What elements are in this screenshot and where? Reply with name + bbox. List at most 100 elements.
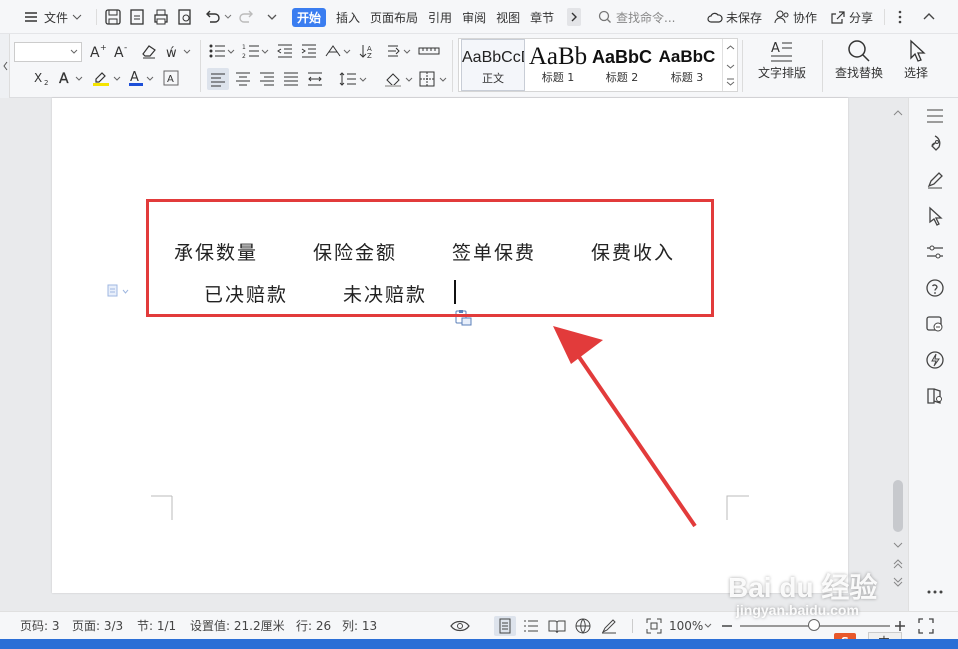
- status-column[interactable]: 列: 13: [342, 612, 377, 640]
- lightning-icon[interactable]: [925, 350, 945, 370]
- collapse-ribbon-icon[interactable]: [920, 8, 938, 26]
- status-section[interactable]: 节: 1/1: [137, 612, 176, 640]
- reading-view-icon[interactable]: [548, 618, 566, 634]
- status-page[interactable]: 页面: 3/3: [72, 612, 123, 640]
- page-view-icon: [499, 618, 511, 634]
- print-preview-icon[interactable]: [176, 8, 194, 26]
- tab-insert[interactable]: 插入: [336, 9, 360, 26]
- chinese-layout-icon[interactable]: [324, 42, 352, 60]
- bullet-list-icon[interactable]: [208, 42, 236, 60]
- decrease-font-icon[interactable]: A-: [114, 42, 132, 60]
- outline-view-icon[interactable]: [522, 618, 540, 634]
- show-marks-icon[interactable]: [384, 42, 412, 60]
- file-menu[interactable]: 文件: [24, 0, 82, 34]
- help-icon[interactable]: [925, 278, 945, 298]
- tab-references[interactable]: 引用: [428, 9, 452, 26]
- collaborate-button[interactable]: 协作: [774, 0, 817, 34]
- divider: [632, 619, 633, 633]
- style-heading-3[interactable]: AaBbC 标题 3: [655, 39, 719, 91]
- numbered-list-icon[interactable]: 12: [242, 42, 270, 60]
- fit-page-icon[interactable]: [646, 618, 662, 634]
- scroll-up-icon[interactable]: [892, 108, 904, 118]
- export-pdf-icon[interactable]: [128, 8, 146, 26]
- status-setting-value[interactable]: 设置值: 21.2厘米: [190, 612, 285, 640]
- zoom-slider-thumb[interactable]: [808, 619, 820, 631]
- scrollbar-thumb[interactable]: [893, 480, 903, 532]
- web-view-icon[interactable]: [574, 618, 592, 634]
- tab-view[interactable]: 视图: [496, 9, 520, 26]
- quick-access-dropdown-icon[interactable]: [266, 12, 278, 22]
- cursor-arrow-icon[interactable]: [925, 206, 945, 226]
- rocket-icon[interactable]: [925, 134, 945, 154]
- select-button[interactable]: 选择: [894, 38, 938, 94]
- style-gallery-scroller[interactable]: [722, 39, 737, 91]
- style-heading-2[interactable]: AaBbC 标题 2: [591, 39, 653, 91]
- subscript-icon[interactable]: X2: [34, 69, 52, 87]
- justify-icon[interactable]: [282, 70, 300, 88]
- image-convert-icon[interactable]: [925, 314, 945, 334]
- shading-icon[interactable]: [384, 70, 414, 88]
- text-effect-icon[interactable]: A: [58, 69, 86, 87]
- status-page-code[interactable]: 页码: 3: [20, 612, 60, 640]
- font-size-select[interactable]: [14, 42, 82, 62]
- text-layout-button[interactable]: A 文字排版: [748, 38, 816, 94]
- command-search[interactable]: 查找命令...: [598, 0, 675, 34]
- zoom-in-icon[interactable]: [894, 620, 906, 632]
- page-up-icon[interactable]: [892, 558, 904, 570]
- paragraph-handle-icon[interactable]: [106, 283, 132, 299]
- status-row[interactable]: 行: 26: [296, 612, 331, 640]
- tabs-scroll-right-button[interactable]: [567, 8, 581, 26]
- increase-indent-icon[interactable]: [300, 42, 318, 60]
- more-options-icon[interactable]: [894, 9, 906, 25]
- phonetic-guide-icon[interactable]: ẃ: [166, 42, 192, 60]
- zoom-level[interactable]: 100%: [669, 612, 703, 640]
- style-heading-1[interactable]: AaBb 标题 1: [527, 39, 589, 91]
- style-normal[interactable]: AaBbCcDd 正文: [461, 39, 525, 91]
- borders-icon[interactable]: [418, 70, 448, 88]
- align-right-icon[interactable]: [258, 70, 276, 88]
- sort-icon[interactable]: AZ: [358, 42, 376, 60]
- eye-protection-icon[interactable]: [450, 618, 470, 634]
- style-heading-2-name: 标题 2: [605, 71, 639, 84]
- vertical-scrollbar[interactable]: [888, 100, 908, 611]
- ribbon-scroll-left-button[interactable]: [0, 34, 10, 98]
- search-icon: [598, 10, 611, 23]
- zoom-dropdown-icon[interactable]: [704, 623, 712, 629]
- more-options-icon[interactable]: [925, 582, 945, 602]
- settings-sliders-icon[interactable]: [925, 242, 945, 262]
- highlight-color-icon[interactable]: [92, 69, 122, 87]
- tab-home[interactable]: 开始: [292, 7, 327, 27]
- undo-dropdown-icon[interactable]: [224, 14, 232, 20]
- font-color-icon[interactable]: A: [128, 69, 156, 87]
- scroll-down-icon[interactable]: [892, 540, 904, 550]
- divider: [200, 40, 201, 92]
- redo-icon[interactable]: [238, 8, 256, 26]
- increase-font-icon[interactable]: A +: [90, 42, 108, 60]
- sidebar-menu-icon[interactable]: [925, 106, 945, 126]
- book-search-icon[interactable]: [925, 386, 945, 406]
- line-spacing-icon[interactable]: [338, 70, 368, 88]
- page-view-button[interactable]: [494, 616, 516, 636]
- tab-review[interactable]: 审阅: [462, 9, 486, 26]
- save-icon[interactable]: [104, 8, 122, 26]
- share-button[interactable]: 分享: [830, 0, 873, 34]
- unsaved-status[interactable]: 未保存: [707, 0, 762, 34]
- tab-chapter[interactable]: 章节: [530, 9, 554, 26]
- zoom-out-icon[interactable]: [720, 620, 734, 632]
- align-center-icon[interactable]: [234, 70, 252, 88]
- clear-format-icon[interactable]: [140, 42, 158, 60]
- style-normal-preview: AaBbCcDd: [462, 49, 524, 66]
- character-border-icon[interactable]: A: [162, 69, 180, 87]
- undo-icon[interactable]: [203, 8, 221, 26]
- tab-page-layout[interactable]: 页面布局: [370, 9, 418, 26]
- print-icon[interactable]: [152, 8, 170, 26]
- fullscreen-icon[interactable]: [918, 618, 934, 634]
- find-replace-button[interactable]: 查找替换: [828, 38, 890, 94]
- write-mode-icon[interactable]: [600, 618, 618, 634]
- distributed-align-icon[interactable]: [306, 70, 324, 88]
- decrease-indent-icon[interactable]: [276, 42, 294, 60]
- align-left-button[interactable]: [207, 68, 229, 90]
- page-down-icon[interactable]: [892, 576, 904, 588]
- tab-ruler-icon[interactable]: [418, 42, 440, 60]
- pen-icon[interactable]: [925, 170, 945, 190]
